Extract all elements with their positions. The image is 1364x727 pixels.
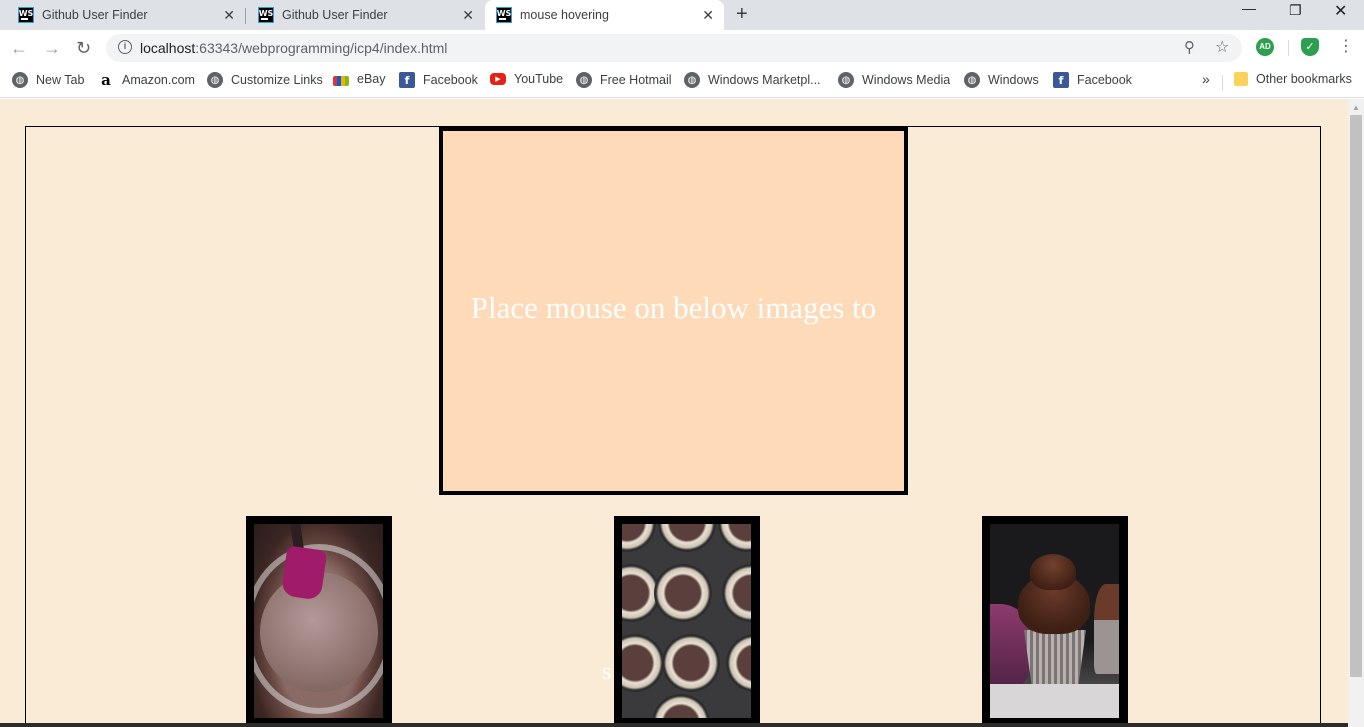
bookmark-customize-links[interactable]: ◍ Customize Links — [207, 72, 323, 88]
toolbar-separator — [1288, 40, 1289, 56]
info-icon[interactable]: i — [118, 40, 132, 54]
preview-text: Place mouse on below images to — [470, 290, 877, 325]
other-bookmarks-folder[interactable]: Other bookmarks — [1234, 72, 1352, 86]
webstorm-icon: WS — [18, 7, 34, 23]
taskbar-edge — [0, 723, 1348, 727]
bookmark-star-icon[interactable]: ☆ — [1215, 37, 1229, 57]
profile-avatar[interactable]: AD — [1256, 38, 1274, 56]
globe-icon: ◍ — [576, 72, 592, 88]
new-tab-icon[interactable]: + — [736, 3, 748, 26]
amazon-icon: a — [101, 71, 111, 89]
close-icon[interactable]: ✕ — [223, 7, 235, 24]
youtube-icon: ▶ — [490, 73, 506, 85]
thumbnail-batter-bowl[interactable] — [246, 516, 392, 727]
stray-text: s — [602, 659, 612, 685]
bookmarks-separator — [1222, 75, 1223, 91]
bookmarks-bar: ◍ New Tab a Amazon.com ◍ Customize Links eB… — [0, 66, 1364, 98]
ebay-icon — [333, 76, 349, 86]
shield-check-icon[interactable]: ✓ — [1301, 38, 1319, 56]
globe-icon: ◍ — [12, 72, 28, 88]
browser-toolbar: ← → ↻ i localhost:63343/webprogramming/i… — [0, 30, 1364, 66]
bookmark-new-tab[interactable]: ◍ New Tab — [12, 72, 84, 88]
tab-github-user-finder-2[interactable]: WS Github User Finder ✕ — [246, 0, 484, 30]
folder-icon — [1234, 72, 1248, 86]
bookmark-amazon[interactable]: a Amazon.com — [98, 71, 195, 89]
bookmark-ebay[interactable]: eBay — [333, 72, 386, 86]
thumbnail-cupcake[interactable] — [982, 516, 1128, 727]
restore-icon[interactable]: ❐ — [1289, 2, 1302, 19]
tab-title: Github User Finder — [42, 8, 148, 22]
forward-icon[interactable]: → — [43, 38, 61, 59]
back-icon[interactable]: ← — [10, 38, 28, 59]
page-scrollbar[interactable]: ▲ — [1348, 99, 1364, 727]
cupcake-image[interactable] — [990, 524, 1119, 718]
batter-bowl-image[interactable] — [254, 524, 383, 718]
muffin-tin-image[interactable] — [622, 524, 751, 718]
globe-icon: ◍ — [964, 72, 980, 88]
bookmark-facebook[interactable]: f Facebook — [399, 72, 478, 88]
bookmark-facebook-2[interactable]: f Facebook — [1053, 72, 1132, 88]
bookmark-youtube[interactable]: ▶ YouTube — [490, 72, 563, 86]
zoom-icon[interactable]: ⚲ — [1184, 38, 1195, 56]
tab-strip: WS Github User Finder ✕ WS Github User F… — [0, 0, 1364, 30]
address-bar[interactable]: i localhost:63343/webprogramming/icp4/in… — [106, 34, 1242, 62]
tab-title: Github User Finder — [282, 8, 388, 22]
reload-icon[interactable]: ↻ — [76, 38, 91, 59]
more-bookmarks-chevron-icon[interactable]: » — [1202, 71, 1210, 87]
thumbnail-muffin-tin[interactable] — [614, 516, 760, 727]
tab-github-user-finder-1[interactable]: WS Github User Finder ✕ — [0, 0, 245, 30]
globe-icon: ◍ — [684, 72, 700, 88]
url-text[interactable]: localhost:63343/webprogramming/icp4/inde… — [140, 40, 447, 56]
globe-icon: ◍ — [838, 72, 854, 88]
globe-icon: ◍ — [207, 72, 223, 88]
close-icon[interactable]: ✕ — [462, 7, 474, 24]
scroll-up-arrow-icon[interactable]: ▲ — [1352, 103, 1360, 112]
window-close-icon[interactable]: ✕ — [1334, 1, 1347, 21]
facebook-icon: f — [1053, 72, 1069, 88]
bookmark-windows-marketplace[interactable]: ◍ Windows Marketpl... — [684, 72, 821, 88]
tab-mouse-hovering[interactable]: WS mouse hovering ✕ — [485, 0, 724, 30]
bookmark-free-hotmail[interactable]: ◍ Free Hotmail — [576, 72, 672, 88]
close-icon[interactable]: ✕ — [702, 7, 714, 24]
image-preview-box: Place mouse on below images to — [439, 127, 908, 495]
minimize-icon[interactable]: — — [1242, 0, 1256, 16]
bookmark-windows[interactable]: ◍ Windows — [964, 72, 1039, 88]
scrollbar-thumb[interactable] — [1350, 115, 1362, 677]
facebook-icon: f — [399, 72, 415, 88]
tab-title: mouse hovering — [520, 8, 609, 22]
page-viewport: Place mouse on below images to s — [0, 99, 1348, 727]
webstorm-icon: WS — [258, 7, 274, 23]
menu-kebab-icon[interactable]: ⋮ — [1338, 36, 1354, 56]
bookmark-windows-media[interactable]: ◍ Windows Media — [838, 72, 950, 88]
webstorm-icon: WS — [496, 7, 512, 23]
